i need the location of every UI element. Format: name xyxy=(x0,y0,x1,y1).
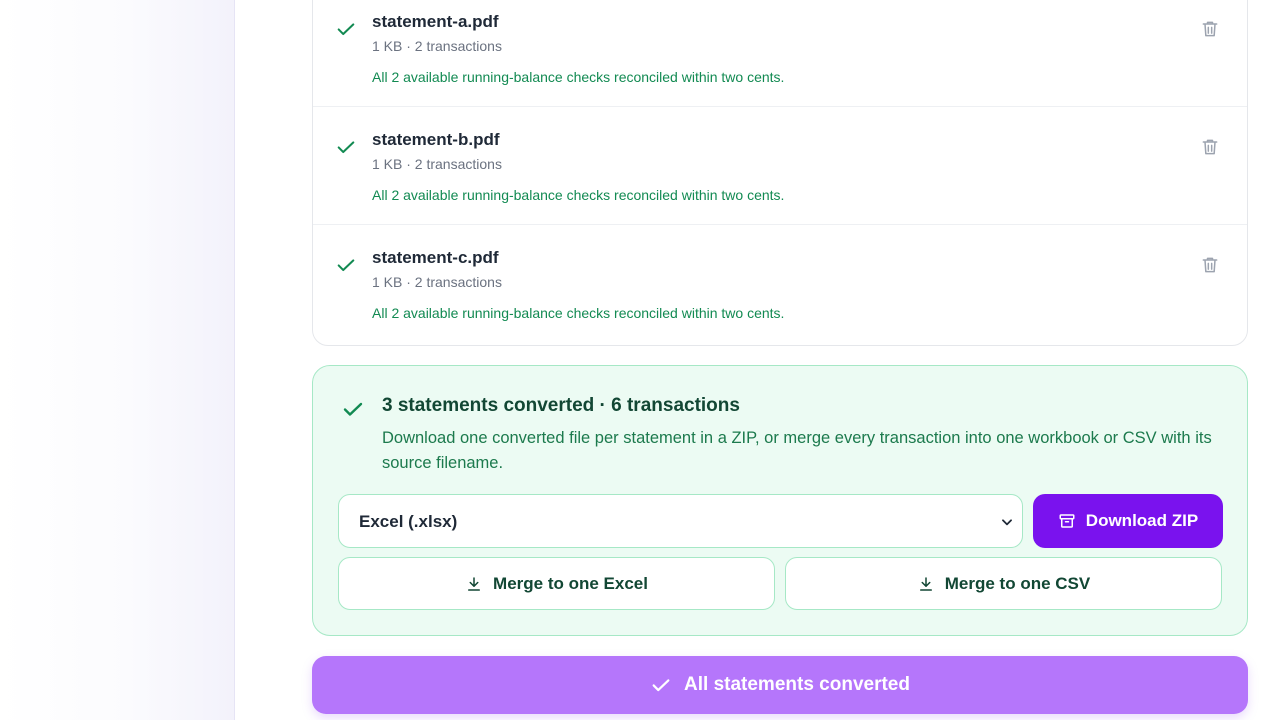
check-icon xyxy=(652,679,670,692)
trash-icon[interactable] xyxy=(1200,137,1220,157)
conversion-summary: 3 statements converted · 6 transactions … xyxy=(312,365,1248,636)
archive-icon xyxy=(1059,514,1075,528)
reconcile-note: All 2 available running-balance checks r… xyxy=(372,305,785,321)
sidebar-panel xyxy=(0,0,235,720)
summary-title: 3 statements converted · 6 transactions xyxy=(382,395,740,416)
file-row: statement-b.pdf 1 KB · 2 transactions Al… xyxy=(313,107,1247,225)
file-row: statement-c.pdf 1 KB · 2 transactions Al… xyxy=(313,225,1247,343)
file-name: statement-c.pdf xyxy=(372,248,499,267)
merge-excel-label: Merge to one Excel xyxy=(493,573,648,593)
file-name: statement-a.pdf xyxy=(372,12,499,31)
download-zip-button[interactable]: Download ZIP xyxy=(1033,494,1223,548)
chevron-down-icon xyxy=(1002,519,1012,526)
download-icon xyxy=(468,576,481,591)
merge-csv-label: Merge to one CSV xyxy=(944,573,1091,593)
check-icon xyxy=(337,259,355,272)
file-meta: 1 KB · 2 transactions xyxy=(372,274,502,290)
all-converted-label: All statements converted xyxy=(684,674,910,695)
download-icon xyxy=(919,576,932,591)
trash-icon[interactable] xyxy=(1200,255,1220,275)
summary-description: Download one converted file per statemen… xyxy=(382,429,1212,472)
all-converted-button[interactable]: All statements converted xyxy=(312,656,1248,714)
file-name: statement-b.pdf xyxy=(372,130,500,149)
check-icon xyxy=(337,23,355,36)
check-icon xyxy=(337,141,355,154)
file-list: statement-a.pdf 1 KB · 2 transactions Al… xyxy=(312,0,1248,346)
trash-icon[interactable] xyxy=(1200,19,1220,39)
file-meta: 1 KB · 2 transactions xyxy=(372,38,502,54)
format-select-value: Excel (.xlsx) xyxy=(359,512,458,531)
file-row: statement-a.pdf 1 KB · 2 transactions Al… xyxy=(313,0,1247,107)
reconcile-note: All 2 available running-balance checks r… xyxy=(372,69,785,85)
check-icon xyxy=(343,402,363,416)
merge-csv-button[interactable]: Merge to one CSV xyxy=(785,557,1222,610)
format-select[interactable]: Excel (.xlsx) xyxy=(338,494,1023,548)
download-zip-label: Download ZIP xyxy=(1085,511,1199,530)
reconcile-note: All 2 available running-balance checks r… xyxy=(372,187,785,203)
merge-excel-button[interactable]: Merge to one Excel xyxy=(338,557,775,610)
file-meta: 1 KB · 2 transactions xyxy=(372,156,502,172)
